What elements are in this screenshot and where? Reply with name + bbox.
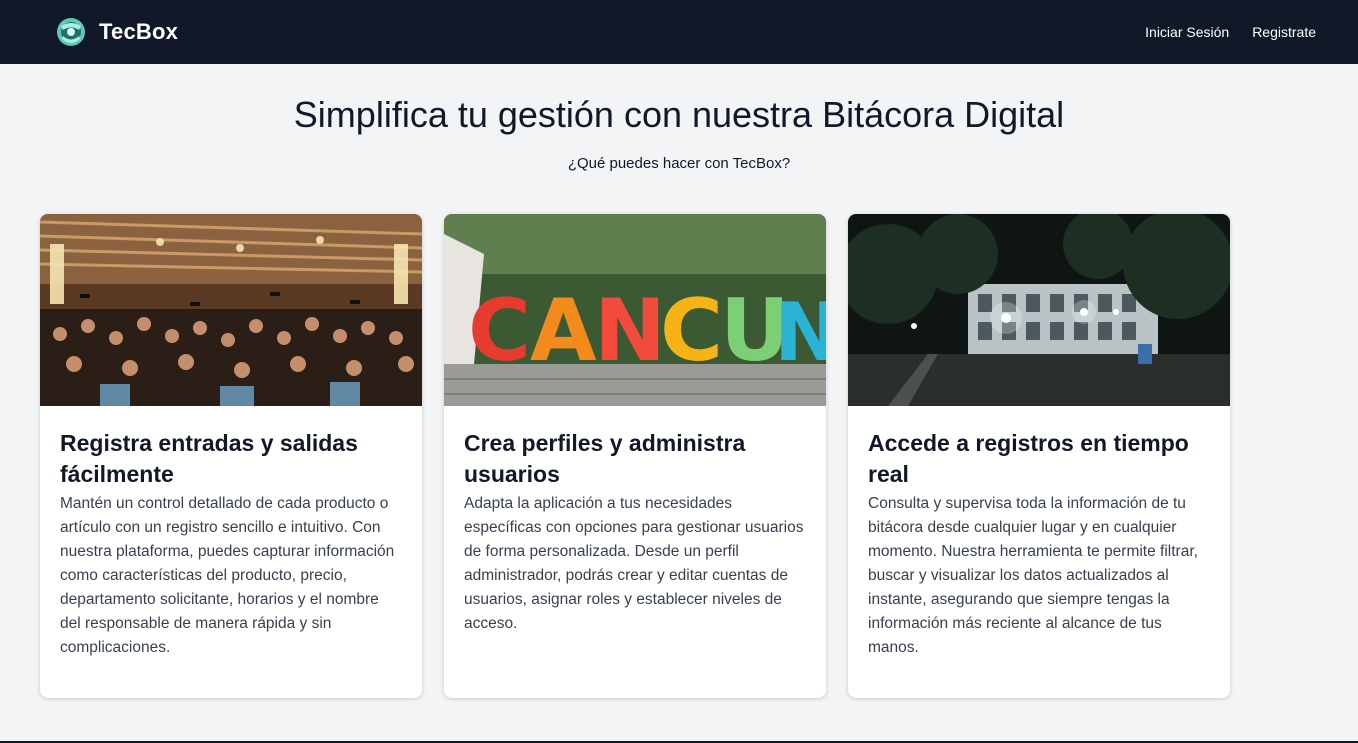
card-text: Consulta y supervisa toda la información… [868, 495, 1198, 656]
login-link[interactable]: Iniciar Sesión [1145, 24, 1229, 40]
card-title: Accede a registros en tiempo real [868, 430, 1189, 487]
card-body: Registra entradas y salidas fácilmente M… [40, 406, 422, 660]
card-body: Accede a registros en tiempo real Consul… [848, 406, 1230, 660]
hero-subtitle: ¿Qué puedes hacer con TecBox? [567, 155, 791, 172]
card-body: Crea perfiles y administra usuarios Adap… [444, 406, 826, 636]
card-title: Crea perfiles y administra usuarios [464, 430, 746, 487]
top-navbar: TecBox Iniciar Sesión Registrate [0, 0, 1358, 64]
tecbox-logo-icon [57, 18, 85, 46]
svg-text:N: N [594, 281, 666, 381]
brand-link[interactable]: TecBox [55, 16, 178, 48]
register-link[interactable]: Registrate [1252, 24, 1316, 40]
feature-card-realtime: Accede a registros en tiempo real Consul… [848, 214, 1230, 698]
card-text: Adapta la aplicación a tus necesidades e… [464, 495, 804, 632]
svg-text:C: C [660, 281, 723, 381]
card-text: Mantén un control detallado de cada prod… [60, 495, 395, 656]
hero-title: Simplifica tu gestión con nuestra Bitáco… [293, 94, 1065, 135]
brand-name: TecBox [99, 19, 179, 44]
feature-cards: Registra entradas y salidas fácilmente M… [0, 214, 1358, 698]
cancun-sign-photo: C A N C U N [444, 214, 826, 406]
svg-text:A: A [530, 281, 597, 381]
feature-card-register: Registra entradas y salidas fácilmente M… [40, 214, 422, 698]
svg-text:C: C [468, 281, 531, 381]
svg-text:N: N [774, 286, 826, 379]
hero-section: Simplifica tu gestión con nuestra Bitáco… [0, 64, 1358, 172]
feature-card-users: C A N C U N Crea perfiles y administra u… [444, 214, 826, 698]
campus-night-photo [848, 214, 1230, 406]
graduation-photo [40, 214, 422, 406]
card-title: Registra entradas y salidas fácilmente [60, 430, 358, 487]
nav-links: Iniciar Sesión Registrate [1145, 24, 1316, 40]
